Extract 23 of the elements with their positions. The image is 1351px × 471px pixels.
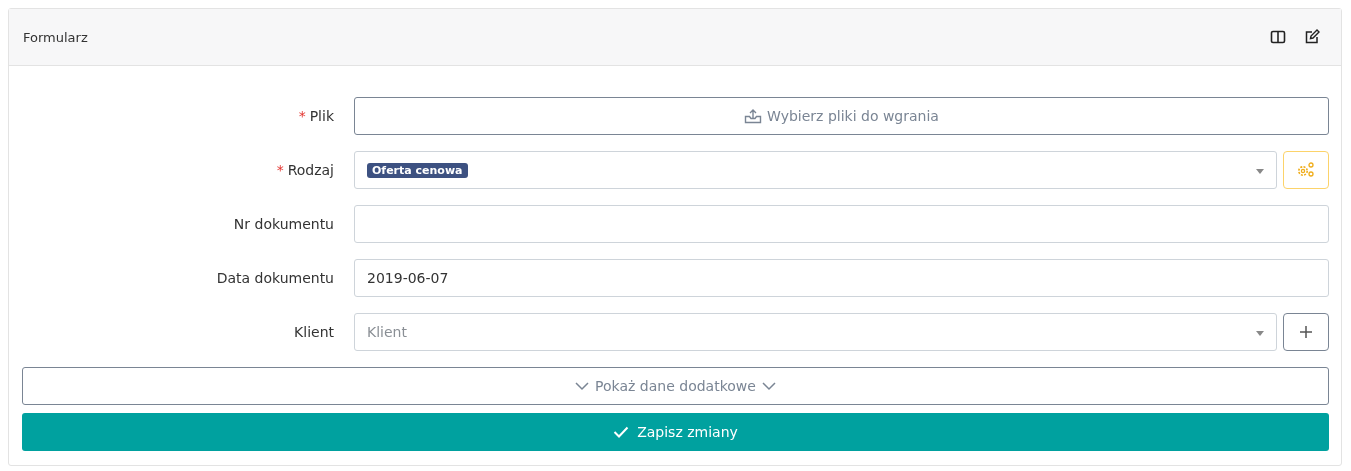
select-field[interactable]: Klient [354, 313, 1277, 351]
field-label: Rodzaj [287, 162, 334, 178]
plus-icon [1299, 325, 1313, 339]
field-label: Klient [294, 324, 334, 340]
input-field[interactable] [354, 205, 1329, 243]
required-mark: * [298, 108, 306, 124]
input-field[interactable]: 2019-06-07 [354, 259, 1329, 297]
chevron-down-icon [761, 381, 776, 391]
select-field[interactable]: Oferta cenowa [354, 151, 1277, 189]
required-mark: * [276, 162, 284, 178]
add-button[interactable] [1283, 313, 1329, 351]
gears-icon [1296, 161, 1316, 179]
chevron-down-icon [575, 381, 590, 391]
tag: Oferta cenowa [367, 162, 468, 178]
card-title: Formularz [23, 29, 88, 45]
upload-button[interactable]: Wybierz pliki do wgrania [354, 97, 1329, 135]
check-icon [613, 426, 630, 438]
field-label: Nr dokumentu [233, 216, 334, 232]
upload-icon [744, 108, 763, 124]
field-label: Plik [309, 108, 334, 124]
save-button[interactable]: Zapisz zmiany [22, 413, 1329, 451]
field-label: Data dokumentu [216, 270, 334, 286]
show-more-button[interactable]: Pokaż dane dodatkowe [22, 367, 1329, 405]
